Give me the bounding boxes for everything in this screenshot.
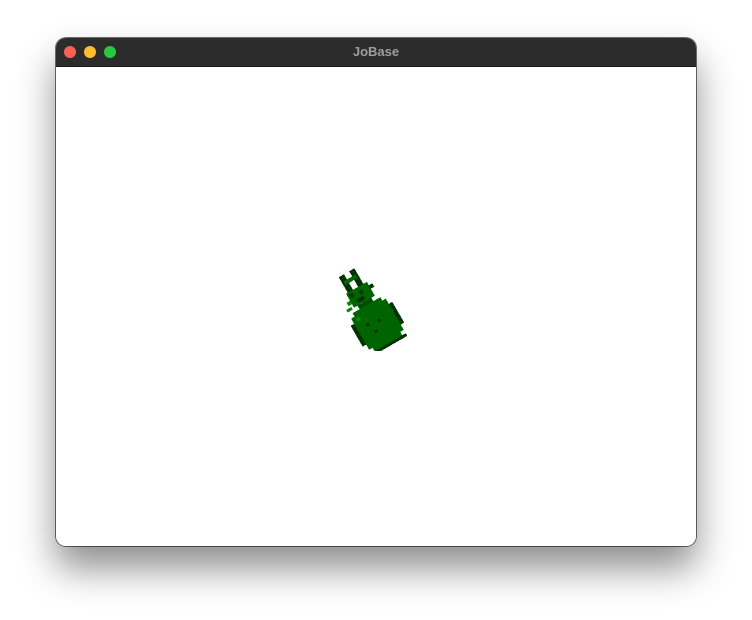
app-window: JoBase xyxy=(56,38,696,546)
window-title: JoBase xyxy=(352,44,400,59)
game-canvas[interactable] xyxy=(56,67,696,546)
title-bar[interactable]: JoBase xyxy=(56,38,696,67)
creature-sprite xyxy=(338,268,408,351)
